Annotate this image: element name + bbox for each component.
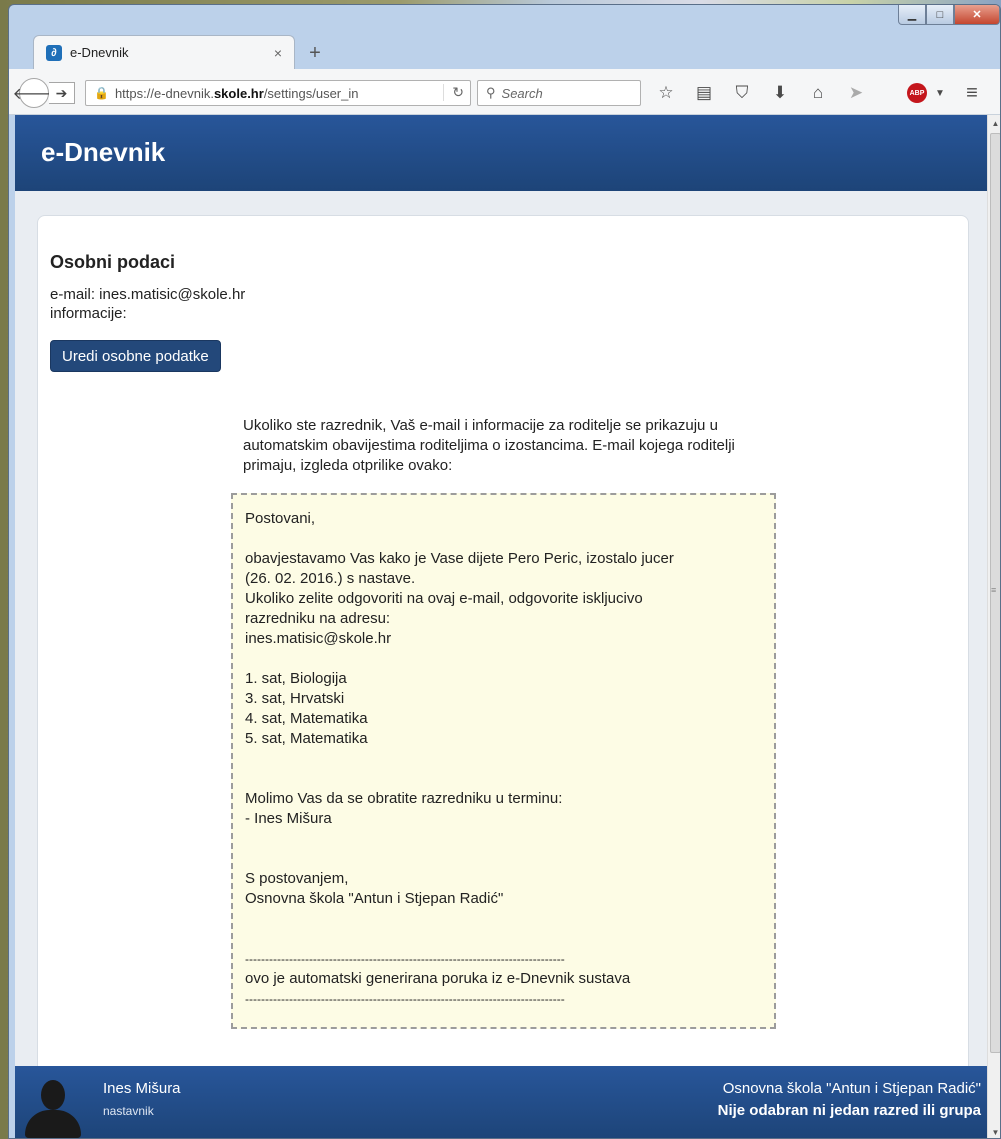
maximize-button[interactable]: □	[926, 5, 954, 25]
page-viewport: e-Dnevnik Osobni podaci e-mail: ines.mat…	[15, 115, 987, 1138]
tab-strip: ∂ e-Dnevnik × +	[9, 29, 1000, 69]
email-address: ines.matisic@skole.hr	[245, 630, 392, 647]
email-line-4: razredniku na adresu:	[245, 610, 391, 627]
contact-line: Molimo Vas da se obratite razredniku u t…	[245, 790, 563, 807]
scroll-down-icon[interactable]: ▼	[988, 1124, 1000, 1138]
forward-arrow-icon: ➔	[55, 84, 68, 101]
reading-list-icon[interactable]: ▤	[693, 82, 715, 104]
search-icon: ⚲	[486, 85, 496, 100]
bookmark-star-icon[interactable]: ☆	[655, 82, 677, 104]
tab-e-dnevnik[interactable]: ∂ e-Dnevnik ×	[33, 35, 295, 69]
home-icon[interactable]: ⌂	[807, 82, 829, 104]
email-line-3: Ukoliko zelite odgovoriti na ovaj e-mail…	[245, 590, 643, 607]
email-line-2: (26. 02. 2016.) s nastave.	[245, 570, 416, 587]
edit-personal-data-button[interactable]: Uredi osobne podatke	[50, 340, 221, 372]
downloads-icon[interactable]: ⬇	[769, 82, 791, 104]
email-line-1: obavjestavamo Vas kako je Vase dijete Pe…	[245, 550, 674, 567]
pocket-icon[interactable]: ⛉	[731, 82, 753, 104]
favicon-icon: ∂	[46, 44, 62, 61]
vertical-scrollbar[interactable]: ▲ ≡ ▼	[987, 115, 1000, 1138]
period-item: 1. sat, Biologija	[245, 670, 347, 687]
url-text: https://e-dnevnik.skole.hr/settings/user…	[114, 85, 359, 101]
email-line: e-mail: ines.matisic@skole.hr	[50, 286, 246, 303]
tab-title: e-Dnevnik	[70, 45, 129, 60]
browser-window: ▁ □ ✕ ∂ e-Dnevnik × + 🡐 ➔ 🔒 https://e-dn…	[8, 4, 1001, 1139]
navigation-toolbar: 🡐 ➔ 🔒 https://e-dnevnik.skole.hr/setting…	[9, 69, 1000, 115]
url-bar[interactable]: 🔒 https://e-dnevnik.skole.hr/settings/us…	[85, 80, 471, 106]
user-name: Ines Mišura	[103, 1080, 181, 1097]
sample-email-box: Postovani, obavjestavamo Vas kako je Vas…	[231, 493, 776, 1029]
separator-bottom: ----------------------------------------…	[245, 992, 565, 1006]
app-title: e-Dnevnik	[41, 137, 166, 167]
user-role: nastavnik	[103, 1104, 154, 1118]
closing-line: S postovanjem,	[245, 870, 349, 887]
class-status: Nije odabran ni jedan razred ili grupa	[717, 1102, 981, 1119]
search-placeholder: Search	[501, 85, 543, 101]
section-title: Osobni podaci	[50, 252, 176, 272]
forward-button[interactable]: ➔	[49, 82, 75, 104]
app-footer: Ines Mišura nastavnik Osnovna škola "Ant…	[15, 1066, 987, 1138]
window-caption-buttons: ▁ □ ✕	[898, 5, 1000, 27]
back-button[interactable]: 🡐	[13, 78, 55, 108]
info-line: informacije:	[50, 305, 127, 322]
scroll-grip-icon: ≡	[991, 585, 997, 595]
new-tab-button[interactable]: +	[303, 41, 327, 65]
adblock-icon[interactable]: ABP	[907, 83, 927, 103]
adblock-dropdown-icon[interactable]: ▼	[929, 82, 951, 104]
share-icon[interactable]: ➤	[845, 82, 867, 104]
school-name: Osnovna škola "Antun i Stjepan Radić"	[722, 1080, 981, 1097]
contact-name: - Ines Mišura	[245, 810, 332, 827]
auto-note: ovo je automatski generirana poruka iz e…	[245, 970, 631, 987]
minimize-button[interactable]: ▁	[898, 5, 926, 25]
search-input[interactable]: ⚲ Search	[477, 80, 641, 106]
content-card: Osobni podaci e-mail: ines.matisic@skole…	[37, 215, 969, 1075]
avatar	[25, 1080, 81, 1138]
notice-intro: Ukoliko ste razrednik, Vaš e-mail i info…	[243, 417, 735, 474]
separator-top: ----------------------------------------…	[245, 952, 565, 966]
email-greeting: Postovani,	[245, 510, 316, 527]
period-item: 5. sat, Matematika	[245, 730, 368, 747]
period-item: 3. sat, Hrvatski	[245, 690, 345, 707]
school-signature: Osnovna škola "Antun i Stjepan Radić"	[245, 890, 504, 907]
menu-icon[interactable]: ≡	[961, 82, 983, 104]
reload-icon[interactable]: ↻	[443, 84, 464, 101]
close-window-button[interactable]: ✕	[954, 5, 1000, 25]
lock-icon: 🔒	[94, 86, 109, 100]
period-item: 4. sat, Matematika	[245, 710, 368, 727]
tab-close-icon[interactable]: ×	[274, 45, 282, 61]
scroll-up-icon[interactable]: ▲	[988, 115, 1000, 131]
app-header: e-Dnevnik	[15, 115, 987, 191]
